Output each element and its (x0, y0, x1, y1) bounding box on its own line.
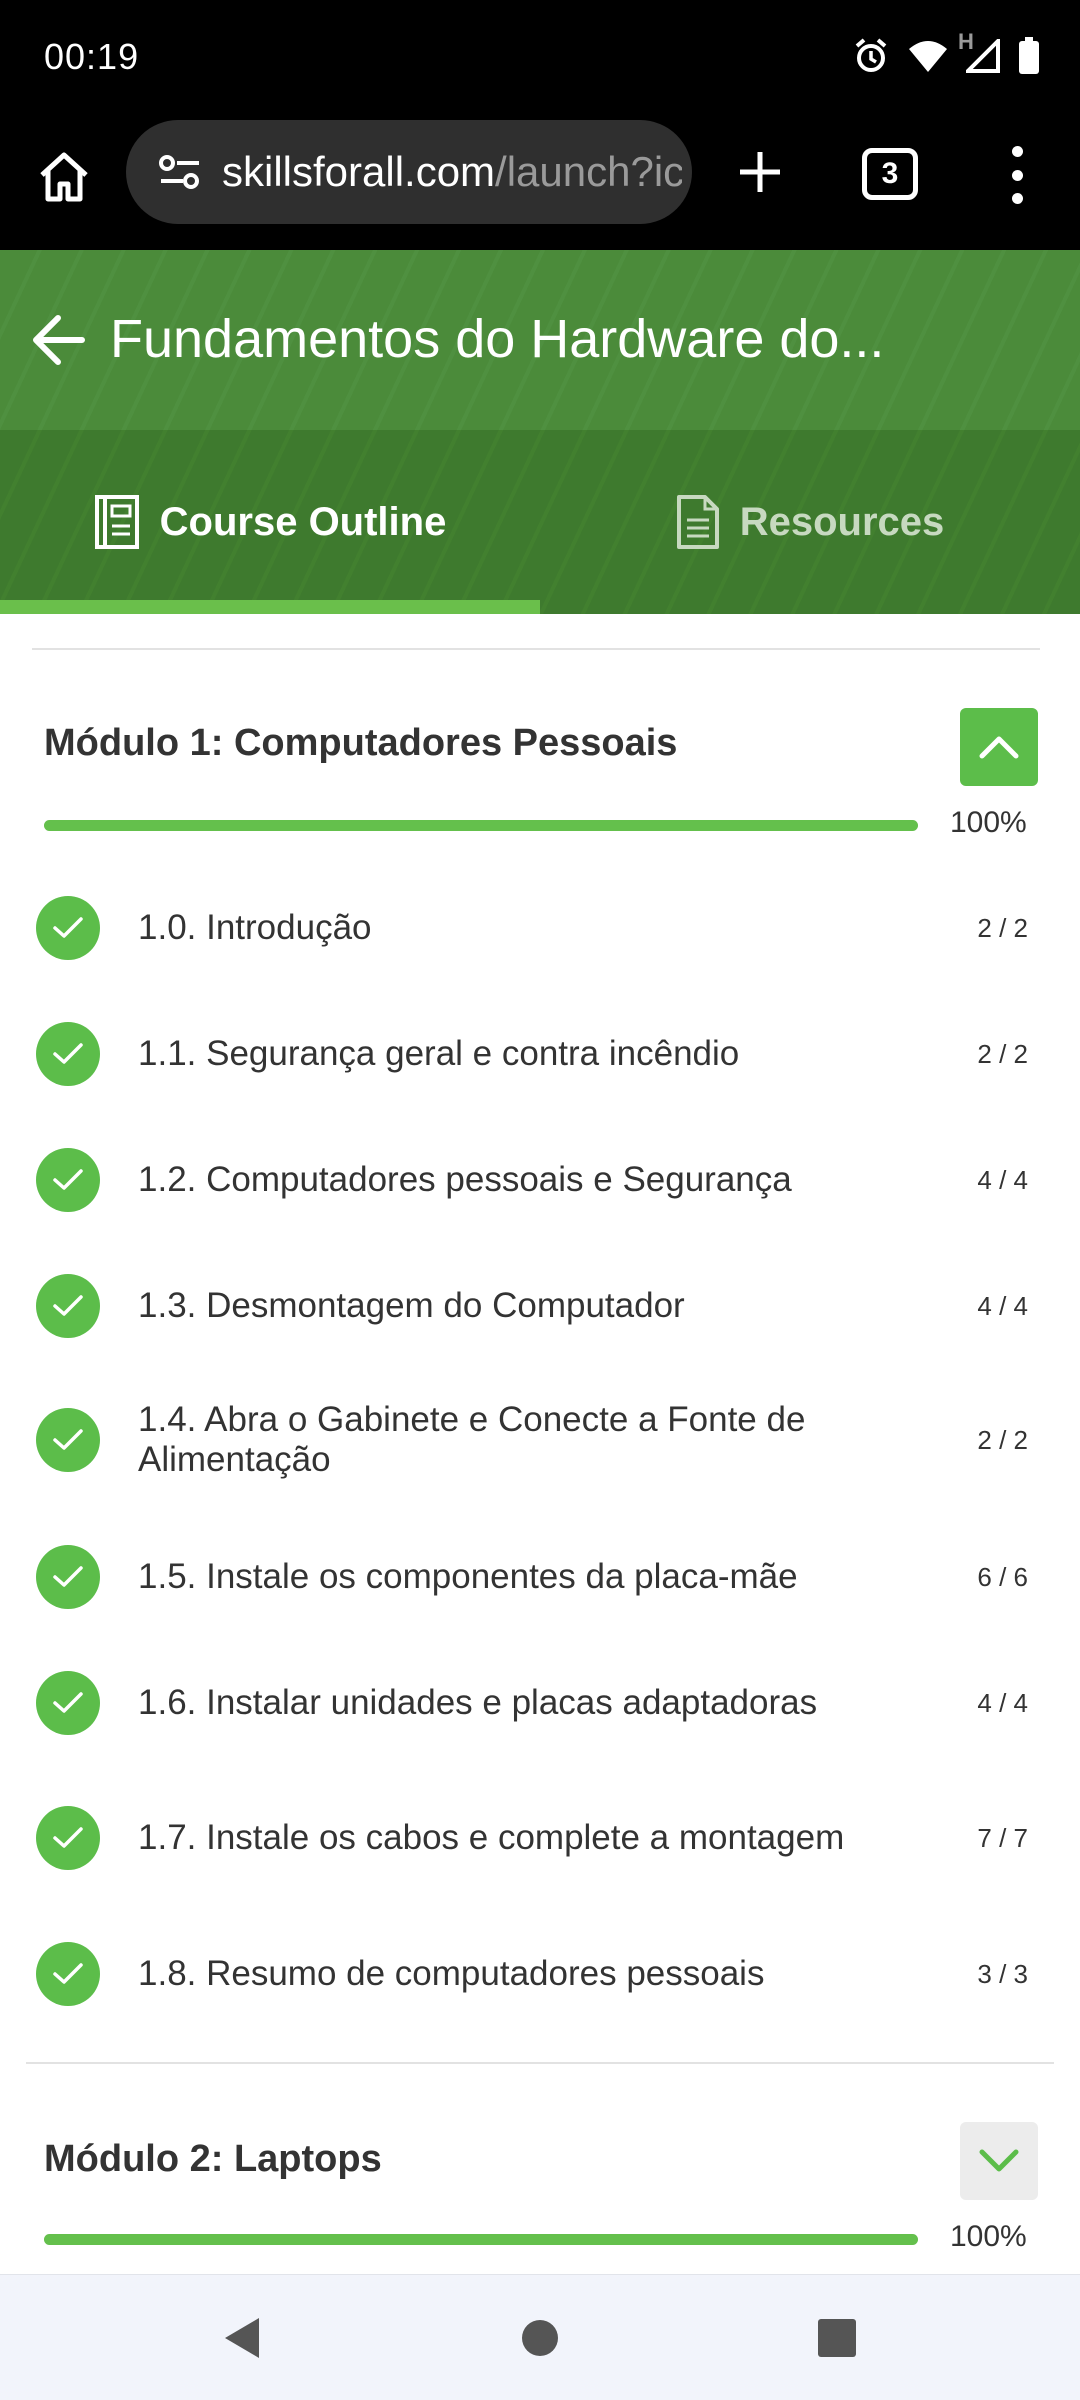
home-icon (40, 152, 88, 202)
tab-course-outline-label: Course Outline (159, 499, 447, 544)
lesson-count: 3 / 3 (977, 1958, 1028, 1989)
url-domain: skillsforall.com (222, 148, 496, 195)
check-circle-icon (36, 1545, 100, 1609)
back-triangle-icon (225, 2318, 259, 2358)
lesson-item[interactable]: 1.3. Desmontagem do Computador 4 / 4 (36, 1274, 1046, 1338)
lesson-count: 7 / 7 (977, 1822, 1028, 1853)
lesson-item[interactable]: 1.4. Abra o Gabinete e Conecte a Fonte d… (36, 1400, 1046, 1480)
status-icons: H (852, 29, 1040, 78)
plus-icon (740, 152, 780, 192)
browser-toolbar: skillsforall.com/launch?ic 3 (0, 112, 1080, 250)
tab-course-outline[interactable]: Course Outline (0, 430, 540, 614)
lesson-label: 1.8. Resumo de computadores pessoais (138, 1954, 765, 1993)
alarm-icon (852, 37, 890, 75)
recents-square-icon (818, 2319, 856, 2357)
battery-icon (1018, 37, 1040, 75)
check-circle-icon (36, 1942, 100, 2006)
lesson-count: 4 / 4 (977, 1290, 1028, 1321)
menu-dot (1011, 169, 1023, 181)
menu-dot (1011, 193, 1023, 204)
module-2-title[interactable]: Módulo 2: Laptops (44, 2138, 382, 2181)
check-circle-icon (36, 1806, 100, 1870)
new-tab-button[interactable] (724, 136, 796, 208)
lesson-label: 1.0. Introdução (138, 908, 372, 947)
tab-bar: Course Outline Resources (0, 430, 1080, 614)
lesson-item[interactable]: 1.5. Instale os componentes da placa-mãe… (36, 1545, 1046, 1609)
lesson-label: 1.6. Instalar unidades e placas adaptado… (138, 1683, 818, 1722)
lesson-item[interactable]: 1.8. Resumo de computadores pessoais 3 /… (36, 1942, 1046, 2006)
home-button[interactable] (30, 142, 98, 210)
nav-back-button[interactable] (208, 2305, 274, 2371)
module-1-progress-fill (44, 820, 918, 831)
lesson-item[interactable]: 1.1. Segurança geral e contra incêndio 2… (36, 1022, 1046, 1086)
lesson-label: 1.1. Segurança geral e contra incêndio (138, 1034, 740, 1073)
outline-book-icon (94, 495, 139, 549)
lesson-item[interactable]: 1.2. Computadores pessoais e Segurança 4… (36, 1148, 1046, 1212)
lesson-label: 1.7. Instale os cabos e complete a monta… (138, 1818, 845, 1857)
more-menu-button[interactable] (990, 140, 1044, 210)
check-circle-icon (36, 1408, 100, 1472)
chevron-up-icon (979, 736, 1019, 759)
lesson-count: 4 / 4 (977, 1164, 1028, 1195)
module-2-progress-fill (44, 2234, 918, 2245)
divider (26, 2062, 1054, 2064)
check-circle-icon (36, 1274, 100, 1338)
system-nav-bar (0, 2274, 1080, 2400)
tab-resources[interactable]: Resources (540, 430, 1080, 614)
lesson-item[interactable]: 1.6. Instalar unidades e placas adaptado… (36, 1671, 1046, 1735)
nav-home-button[interactable] (507, 2305, 573, 2371)
tab-switcher-button[interactable]: 3 (862, 148, 918, 200)
course-header: Fundamentos do Hardware do... (0, 250, 1080, 430)
module-1-progress-bar (44, 820, 918, 831)
network-type-label: H (958, 29, 974, 54)
lesson-label: 1.2. Computadores pessoais e Segurança (138, 1160, 792, 1199)
back-arrow-icon[interactable] (28, 312, 88, 368)
lesson-item[interactable]: 1.7. Instale os cabos e complete a monta… (36, 1798, 1046, 1878)
check-circle-icon (36, 1148, 100, 1212)
lesson-count: 2 / 2 (977, 912, 1028, 943)
module-2-progress-label: 100% (950, 2220, 1027, 2253)
lesson-label: 1.5. Instale os componentes da placa-mãe (138, 1557, 798, 1596)
status-bar: 00:19 H (0, 0, 1080, 112)
lesson-count: 2 / 2 (977, 1424, 1028, 1455)
check-circle-icon (36, 896, 100, 960)
status-time: 00:19 (44, 36, 140, 77)
home-circle-icon (522, 2320, 558, 2356)
module-1-progress-label: 100% (950, 806, 1027, 839)
module-2-progress-bar (44, 2234, 918, 2245)
document-icon (676, 495, 719, 549)
module-2-expand-button[interactable] (960, 2122, 1038, 2200)
active-tab-indicator (0, 600, 540, 614)
menu-dot (1011, 146, 1023, 157)
url-bar[interactable]: skillsforall.com/launch?ic (126, 120, 692, 224)
chevron-down-icon (979, 2149, 1019, 2172)
tab-resources-label: Resources (739, 499, 945, 544)
lesson-label: 1.4. Abra o Gabinete e Conecte a Fonte d… (138, 1400, 806, 1479)
lesson-label: 1.3. Desmontagem do Computador (138, 1286, 685, 1325)
module-1-collapse-button[interactable] (960, 708, 1038, 786)
nav-recents-button[interactable] (804, 2305, 870, 2371)
divider (32, 648, 1040, 650)
lesson-item[interactable]: 1.0. Introdução 2 / 2 (36, 896, 1046, 960)
signal-icon: H (958, 29, 1000, 73)
url-text[interactable]: skillsforall.com/launch?ic (222, 148, 682, 196)
lesson-count: 6 / 6 (977, 1561, 1028, 1592)
module-1-title[interactable]: Módulo 1: Computadores Pessoais (44, 722, 677, 765)
lesson-count: 4 / 4 (977, 1687, 1028, 1718)
course-title: Fundamentos do Hardware do... (110, 309, 885, 369)
lesson-count: 2 / 2 (977, 1038, 1028, 1069)
check-circle-icon (36, 1671, 100, 1735)
check-circle-icon (36, 1022, 100, 1086)
wifi-icon (908, 39, 948, 73)
site-info-icon[interactable] (148, 152, 212, 192)
url-path: /launch?ic (495, 148, 682, 195)
